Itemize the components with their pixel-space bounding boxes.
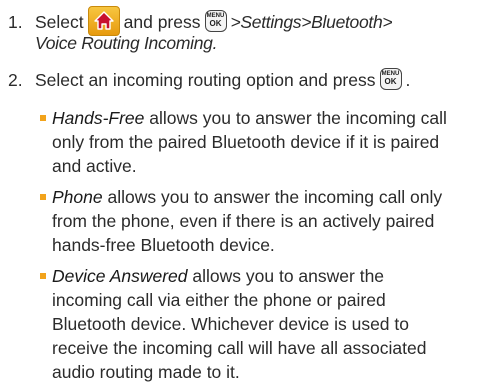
step-2-text: Select an incoming routing option and pr… xyxy=(35,70,376,90)
list-item-phone: Phone allows you to answer the incoming … xyxy=(40,185,480,257)
step-2: 2. Select an incoming routing option and … xyxy=(8,68,411,90)
list-item-device-answered: Device Answered allows you to answer the… xyxy=(40,264,480,384)
step-text-and-press: and press xyxy=(123,12,201,32)
option-term: Hands-Free xyxy=(52,108,145,128)
routing-options-list: Hands-Free allows you to answer the inco… xyxy=(40,106,480,391)
step-number: 2. xyxy=(8,70,23,90)
settings-path: >Settings>Bluetooth> xyxy=(230,12,393,32)
list-item-hands-free: Hands-Free allows you to answer the inco… xyxy=(40,106,480,178)
option-term: Phone xyxy=(52,187,103,207)
step-text-select: Select xyxy=(35,12,84,32)
option-term: Device Answered xyxy=(52,266,188,286)
bullet-marker xyxy=(40,273,46,279)
menu-ok-key-icon: MENU OK xyxy=(379,68,402,90)
bullet-marker xyxy=(40,115,46,121)
step-number: 1. xyxy=(8,12,23,32)
menu-ok-key-icon: MENU OK xyxy=(204,10,227,32)
bullet-marker xyxy=(40,194,46,200)
settings-path-continued: Voice Routing Incoming. xyxy=(35,33,218,53)
instruction-page: 1. Select and press MENU OK >Settings>Bluetoo… xyxy=(0,0,485,382)
